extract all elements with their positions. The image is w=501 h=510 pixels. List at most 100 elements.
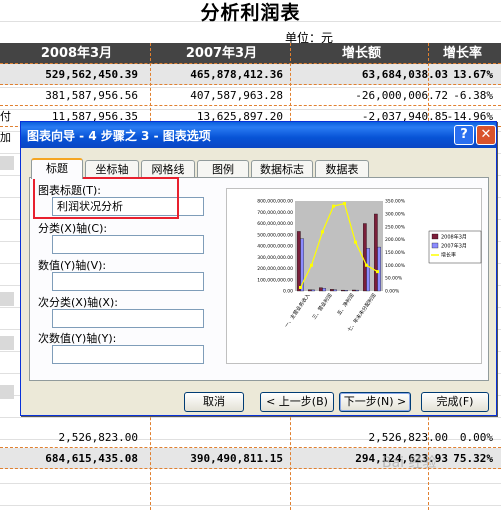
cell: 684,615,435.08 xyxy=(45,452,138,465)
secondary-x-axis-title-label: 次分类(X)轴(X): xyxy=(38,296,118,309)
y-tick-label: 600,000,000.00 xyxy=(257,221,293,227)
cell xyxy=(0,336,14,350)
tab-gridlines[interactable]: 网格线 xyxy=(141,160,195,178)
y2-tick-label: 0.00% xyxy=(385,289,400,295)
bar xyxy=(344,290,348,292)
y2-tick-label: 350.00% xyxy=(385,199,406,205)
cancel-button[interactable]: 取消 xyxy=(184,392,244,412)
y-tick-label: 400,000,000.00 xyxy=(257,244,293,250)
legend-swatch xyxy=(431,233,439,240)
bar xyxy=(341,289,345,292)
x-tick-label: 五、净利润 xyxy=(336,292,356,317)
tab-axes[interactable]: 坐标轴 xyxy=(85,160,139,178)
y-tick-label: 700,000,000.00 xyxy=(257,210,293,216)
cell: 390,490,811.15 xyxy=(190,452,283,465)
line-point xyxy=(332,204,335,208)
bar xyxy=(363,223,367,292)
x-axis-title-label: 分类(X)轴(C): xyxy=(38,222,108,235)
table-row[interactable]: 529,562,450.39 465,878,412.36 63,684,038… xyxy=(0,64,501,85)
cell: 13.67% xyxy=(453,68,493,81)
y-tick-label: 100,000,000.00 xyxy=(257,277,293,283)
preview-chart: 800,000,000.00 700,000,000.00 600,000,000.… xyxy=(257,199,482,333)
header-2008: 2008年3月 xyxy=(40,46,113,61)
bar xyxy=(308,289,312,292)
cell: 381,587,956.56 xyxy=(45,89,138,102)
cell: 2,526,823.00 xyxy=(58,431,138,444)
legend-label: 2007年3月 xyxy=(441,243,467,250)
bar xyxy=(319,287,323,292)
header-growth-rate: 增长率 xyxy=(442,46,482,61)
cell: 75.32% xyxy=(453,452,493,465)
y-axis-title-input[interactable] xyxy=(52,272,204,291)
tab-titles[interactable]: 标题 xyxy=(31,158,83,179)
secondary-y-axis-title-label: 次数值(Y)轴(Y): xyxy=(38,332,117,345)
cell: 529,562,450.39 xyxy=(45,68,138,81)
secondary-y-axis-title-input[interactable] xyxy=(52,345,204,364)
bar xyxy=(297,231,301,292)
header-growth-amount: 增长额 xyxy=(341,46,381,61)
legend-label: 增长率 xyxy=(441,252,456,259)
legend-label: 2008年3月 xyxy=(441,234,467,241)
header-2007: 2007年3月 xyxy=(185,46,258,61)
tab-panel-titles: 图表标题(T): 利润状况分析 分类(X)轴(C): 数值(Y)轴(V): 次分… xyxy=(29,177,489,381)
dialog-title: 图表向导 - 4 步骤之 3 - 图表选项 xyxy=(27,129,211,143)
cell: -6.38% xyxy=(453,89,493,102)
bar xyxy=(366,248,370,292)
y2-tick-label: 100.00% xyxy=(385,263,406,269)
bar xyxy=(352,289,356,292)
cell: 407,587,963.28 xyxy=(190,89,283,102)
x-tick-label: 一、主营业务收入 xyxy=(283,292,312,329)
line-point xyxy=(310,263,313,267)
cell xyxy=(0,385,14,399)
dialog-titlebar[interactable]: 图表向导 - 4 步骤之 3 - 图表选项 ? ✕ xyxy=(21,122,496,148)
back-button[interactable]: < 上一步(B) xyxy=(260,392,334,412)
chart-wizard-dialog: 图表向导 - 4 步骤之 3 - 图表选项 ? ✕ 标题 坐标轴 网格线 图例 … xyxy=(20,121,497,416)
line-point xyxy=(343,202,346,206)
cell: 2,526,823.00 xyxy=(368,431,448,444)
cell: 465,878,412.36 xyxy=(190,68,283,81)
line-point xyxy=(321,230,324,234)
legend: 2008年3月 2007年3月增长率 xyxy=(428,230,482,264)
table-row[interactable]: 381,587,956.56 407,587,963.28 -26,000,00… xyxy=(0,85,501,106)
bar xyxy=(377,246,381,292)
highlight-box xyxy=(33,177,179,219)
y2-tick-label: 300.00% xyxy=(385,211,406,217)
close-button[interactable]: ✕ xyxy=(476,125,496,145)
cell: 63,684,038.03 xyxy=(361,68,448,81)
cell xyxy=(0,156,14,170)
bar xyxy=(355,289,359,292)
y-axis-title-label: 数值(Y)轴(V): xyxy=(38,259,107,272)
x-axis-title-input[interactable] xyxy=(52,235,204,254)
cell xyxy=(0,292,14,306)
tab-data-labels[interactable]: 数据标志 xyxy=(251,160,313,178)
y2-tick-label: 200.00% xyxy=(385,237,406,243)
cell: 0.00% xyxy=(459,431,493,444)
bar xyxy=(333,289,337,292)
help-button[interactable]: ? xyxy=(454,125,474,145)
cell: -26,000,006.72 xyxy=(355,89,448,102)
sheet-title: 分析利润表 xyxy=(200,2,301,24)
bar xyxy=(374,213,378,292)
finish-button[interactable]: 完成(F) xyxy=(421,392,489,412)
bar xyxy=(311,289,315,292)
line-point xyxy=(365,263,368,267)
y2-tick-label: 50.00% xyxy=(385,276,403,282)
tab-legend[interactable]: 图例 xyxy=(197,160,249,178)
y-tick-label: 200,000,000.00 xyxy=(257,266,293,272)
tab-data-table[interactable]: 数据表 xyxy=(315,160,369,178)
y2-tick-label: 250.00% xyxy=(385,224,406,230)
table-row[interactable]: 2,526,823.00 2,526,823.00 0.00% xyxy=(0,427,501,448)
line-point xyxy=(354,240,357,244)
y2-tick-label: 150.00% xyxy=(385,250,406,256)
watermark: Bai 经验 xyxy=(382,455,437,471)
line-point xyxy=(376,270,379,274)
bar xyxy=(330,289,334,292)
line-point xyxy=(299,285,302,289)
y-tick-label: 300,000,000.00 xyxy=(257,255,293,261)
y-tick-label: 800,000,000.00 xyxy=(257,199,293,205)
x-tick-label: 三、营业利润 xyxy=(311,292,334,321)
categories-group: 一、主营业务收入 三、营业利润 五、净利润七、年末未分配利润 xyxy=(283,292,378,333)
next-button[interactable]: 下一步(N) > xyxy=(339,392,411,412)
y-tick-label: 0.00 xyxy=(283,289,293,295)
secondary-x-axis-title-input[interactable] xyxy=(52,309,204,328)
